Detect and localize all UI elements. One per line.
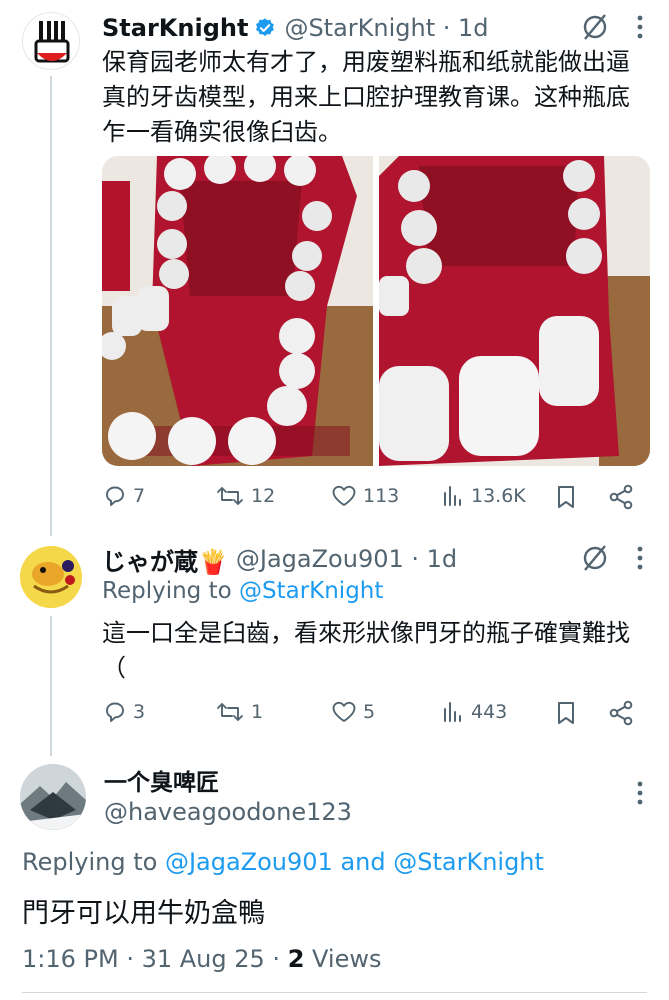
- repost-count: 12: [251, 485, 276, 507]
- bookmark-button[interactable]: [555, 484, 577, 510]
- share-icon: [608, 484, 634, 510]
- avatar-starknight[interactable]: [22, 12, 80, 70]
- more-icon[interactable]: [637, 780, 643, 810]
- mention-link-jagazou[interactable]: @JagaZou901: [165, 848, 333, 876]
- mention-link[interactable]: @StarKnight: [239, 578, 383, 604]
- avatar-haveagoodone[interactable]: [20, 764, 86, 830]
- views-label: Views: [304, 945, 382, 973]
- divider: [22, 992, 647, 993]
- repost-button[interactable]: 1: [215, 700, 263, 724]
- tweet-media[interactable]: [102, 156, 650, 466]
- repost-icon: [215, 484, 245, 508]
- timestamp-views: 1:16 PM · 31 Aug 25 · 2 Views: [22, 945, 381, 973]
- more-icon[interactable]: [637, 545, 643, 575]
- tweet-text: 這一口全是臼齒，看來形狀像門牙的瓶子確實難找（: [102, 619, 630, 682]
- views-button[interactable]: 443: [441, 700, 507, 724]
- reply-button[interactable]: 7: [103, 484, 145, 508]
- thread-line: [50, 76, 52, 536]
- bookmark-icon: [555, 484, 577, 510]
- reply-count: 3: [133, 701, 146, 723]
- mention-link-starknight[interactable]: @StarKnight: [393, 848, 544, 876]
- like-icon: [331, 700, 357, 724]
- share-button[interactable]: [608, 484, 634, 510]
- tweet-jagazou[interactable]: じゃが蔵🍟 @JagaZou901 · 1d Replying to @Star…: [0, 530, 669, 756]
- reply-icon: [103, 484, 127, 508]
- grok-icon[interactable]: [581, 13, 609, 45]
- like-count: 113: [363, 485, 400, 507]
- more-icon[interactable]: [637, 14, 643, 44]
- thread-line: [50, 616, 52, 756]
- rabbit-avatar-icon: [34, 21, 70, 63]
- share-button[interactable]: [608, 700, 634, 726]
- avatar-jagazou[interactable]: [20, 546, 82, 608]
- like-button[interactable]: 113: [331, 484, 399, 508]
- repost-button[interactable]: 12: [215, 484, 275, 508]
- views-count: 2: [287, 945, 305, 973]
- repost-count: 1: [251, 701, 264, 723]
- display-name[interactable]: じゃが蔵🍟: [102, 542, 228, 577]
- handle-time[interactable]: @JagaZou901 · 1d: [236, 545, 457, 573]
- like-count: 5: [363, 701, 376, 723]
- tweet-text: 門牙可以用牛奶盒鴨: [22, 898, 265, 929]
- timestamp[interactable]: 1:16 PM · 31 Aug 25 ·: [22, 945, 288, 973]
- display-name[interactable]: StarKnight: [102, 14, 248, 42]
- tooth-model-photo-2[interactable]: [379, 156, 650, 466]
- views-icon: [441, 700, 465, 724]
- bookmark-button[interactable]: [555, 700, 577, 726]
- reply-icon: [103, 700, 127, 724]
- handle[interactable]: @haveagoodone123: [104, 798, 352, 826]
- like-button[interactable]: 5: [331, 700, 375, 724]
- handle-time[interactable]: @StarKnight · 1d: [284, 14, 488, 42]
- like-icon: [331, 484, 357, 508]
- display-name[interactable]: 一个臭啤匠: [104, 763, 219, 797]
- repost-icon: [215, 700, 245, 724]
- verified-badge-icon: [254, 17, 276, 39]
- replying-to: Replying to @StarKnight: [102, 578, 384, 604]
- tweet-starknight[interactable]: StarKnight @StarKnight · 1d 保育园老师太有才了，用废…: [0, 0, 669, 536]
- replying-to: Replying to @JagaZou901 and @StarKnight: [22, 848, 544, 876]
- grok-icon[interactable]: [581, 544, 609, 576]
- views-button[interactable]: 13.6K: [441, 484, 526, 508]
- cartoon-avatar-icon: [20, 546, 82, 608]
- views-count: 443: [471, 701, 508, 723]
- views-count: 13.6K: [471, 485, 526, 507]
- tweet-text: 保育园老师太有才了，用废塑料瓶和纸就能做出逼真的牙齿模型，用来上口腔护理教育课。…: [102, 48, 630, 146]
- share-icon: [608, 700, 634, 726]
- photo-avatar-icon: [20, 764, 86, 830]
- tooth-model-photo-1[interactable]: [102, 156, 373, 466]
- bookmark-icon: [555, 700, 577, 726]
- reply-count: 7: [133, 485, 146, 507]
- reply-button[interactable]: 3: [103, 700, 145, 724]
- views-icon: [441, 484, 465, 508]
